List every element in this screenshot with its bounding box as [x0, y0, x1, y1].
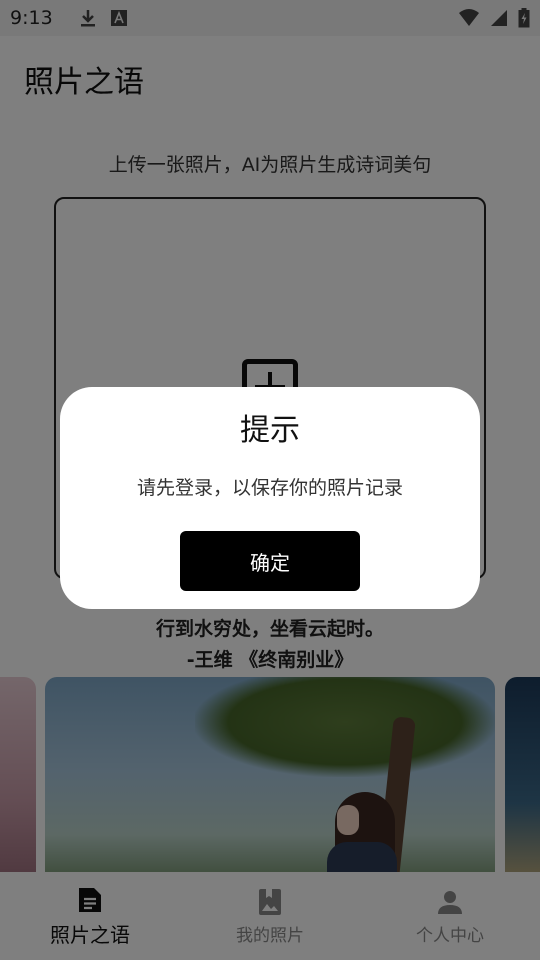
dialog-message: 请先登录，以保存你的照片记录: [136, 477, 403, 499]
login-prompt-dialog: 提示 请先登录，以保存你的照片记录 确定: [60, 387, 480, 609]
confirm-button[interactable]: 确定: [180, 531, 360, 591]
dialog-title: 提示: [240, 413, 300, 448]
